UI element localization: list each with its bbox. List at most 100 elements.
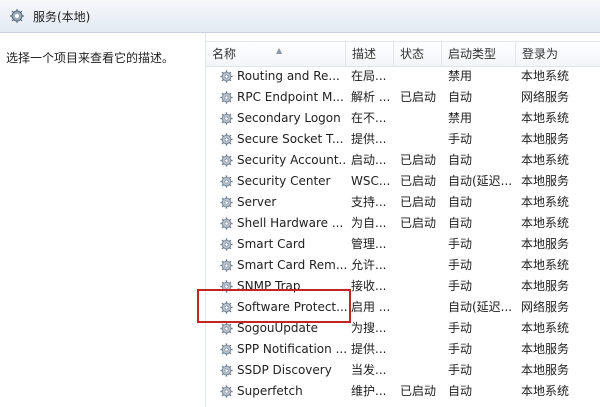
column-logon-as[interactable]: 登录为 xyxy=(516,42,600,66)
service-name: Security Account... xyxy=(237,153,347,167)
service-logon-as: 网络服务 xyxy=(521,300,570,314)
column-name[interactable]: 名称 ▲ xyxy=(206,42,346,66)
service-startup-type: 手动 xyxy=(448,237,473,251)
service-status xyxy=(400,129,442,150)
service-description: 接收... xyxy=(351,279,387,293)
service-rows: Routing and Re... 在局... 禁用 本地系统 RPC Endpoint… xyxy=(206,66,600,402)
column-status[interactable]: 状态 xyxy=(394,42,442,66)
table-row[interactable]: Security Center WSC... 已启动 自动(延迟... 本地服务 xyxy=(206,171,600,192)
service-gear-icon xyxy=(219,153,234,168)
service-gear-icon xyxy=(219,69,234,84)
service-status: 已启动 xyxy=(400,195,437,209)
service-logon-as: 本地服务 xyxy=(521,279,570,293)
column-name-label: 名称 xyxy=(212,47,237,61)
page-title: 服务(本地) xyxy=(33,10,91,24)
service-description: 允许... xyxy=(351,258,387,272)
service-logon-as: 本地系统 xyxy=(521,111,570,125)
service-description: 为搜... xyxy=(351,321,387,335)
service-startup-type: 手动 xyxy=(448,342,473,356)
service-logon-as: 本地系统 xyxy=(521,321,570,335)
service-status xyxy=(400,255,442,276)
table-row[interactable]: SPP Notification ... 提供... 手动 本地服务 xyxy=(206,339,600,360)
service-startup-type: 自动 xyxy=(448,90,473,104)
service-description: WSC... xyxy=(351,174,391,188)
service-gear-icon xyxy=(219,321,234,336)
service-status xyxy=(400,297,442,318)
service-gear-icon xyxy=(219,111,234,126)
service-startup-type: 自动 xyxy=(448,153,473,167)
service-gear-icon xyxy=(219,195,234,210)
table-row[interactable]: Routing and Re... 在局... 禁用 本地系统 xyxy=(206,66,600,87)
service-logon-as: 本地服务 xyxy=(521,363,570,377)
service-startup-type: 手动 xyxy=(448,258,473,272)
table-row[interactable]: Security Account... 启动... 已启动 自动 本地系统 xyxy=(206,150,600,171)
services-icon xyxy=(10,9,24,23)
service-status: 已启动 xyxy=(400,384,437,398)
service-name: Shell Hardware ... xyxy=(237,216,344,230)
service-name: Smart Card xyxy=(237,237,306,251)
service-name: SPP Notification ... xyxy=(237,342,347,356)
service-logon-as: 本地系统 xyxy=(521,216,570,230)
table-row[interactable]: Server 支持... 已启动 自动 本地系统 xyxy=(206,192,600,213)
service-startup-type: 自动 xyxy=(448,195,473,209)
service-description: 支持... xyxy=(351,195,387,209)
service-status xyxy=(400,234,442,255)
service-description: 启用 ... xyxy=(351,300,391,314)
column-description-label: 描述 xyxy=(352,47,377,61)
service-status xyxy=(400,339,442,360)
service-logon-as: 本地系统 xyxy=(521,195,570,209)
table-row[interactable]: SSDP Discovery 当发... 手动 本地服务 xyxy=(206,360,600,381)
sort-ascending-icon: ▲ xyxy=(276,46,283,55)
column-header: 名称 ▲ 描述 状态 启动类型 登录为 xyxy=(206,41,600,67)
service-startup-type: 自动 xyxy=(448,384,473,398)
service-name: RPC Endpoint M... xyxy=(237,90,344,104)
service-startup-type: 手动 xyxy=(448,279,473,293)
service-description: 解析 ... xyxy=(351,90,391,104)
service-status xyxy=(400,318,442,339)
service-gear-icon xyxy=(219,132,234,147)
column-description[interactable]: 描述 xyxy=(346,42,394,66)
service-startup-type: 自动(延迟... xyxy=(448,300,513,314)
service-gear-icon xyxy=(219,216,234,231)
service-name: Secondary Logon xyxy=(237,111,341,125)
service-logon-as: 本地系统 xyxy=(521,384,570,398)
service-gear-icon xyxy=(219,363,234,378)
services-list-pane[interactable]: 名称 ▲ 描述 状态 启动类型 登录为 Routing and Re... 在局.… xyxy=(205,33,600,407)
table-row[interactable]: Shell Hardware ... 为自... 已启动 自动 本地系统 xyxy=(206,213,600,234)
highlight-box xyxy=(197,289,351,323)
column-startup-type-label: 启动类型 xyxy=(448,47,497,61)
service-logon-as: 本地服务 xyxy=(521,174,570,188)
service-name: SSDP Discovery xyxy=(237,363,332,377)
description-hint: 选择一个项目来查看它的描述。 xyxy=(6,51,175,65)
table-row[interactable]: Superfetch 维护... 已启动 自动 本地系统 xyxy=(206,381,600,402)
service-name: Superfetch xyxy=(237,384,303,398)
service-description: 为自... xyxy=(351,216,387,230)
table-row[interactable]: RPC Endpoint M... 解析 ... 已启动 自动 网络服务 xyxy=(206,87,600,108)
service-startup-type: 自动(延迟... xyxy=(448,174,513,188)
service-gear-icon xyxy=(219,90,234,105)
service-description: 在局... xyxy=(351,69,387,83)
service-logon-as: 本地服务 xyxy=(521,237,570,251)
service-startup-type: 手动 xyxy=(448,132,473,146)
table-row[interactable]: Secondary Logon 在不... 禁用 本地系统 xyxy=(206,108,600,129)
description-pane: 选择一个项目来查看它的描述。 xyxy=(0,33,205,407)
service-name: Server xyxy=(237,195,277,209)
service-name: Security Center xyxy=(237,174,331,188)
service-status xyxy=(400,360,442,381)
service-logon-as: 本地系统 xyxy=(521,69,570,83)
service-gear-icon xyxy=(219,237,234,252)
table-row[interactable]: Smart Card 管理... 手动 本地服务 xyxy=(206,234,600,255)
service-startup-type: 手动 xyxy=(448,363,473,377)
service-logon-as: 本地服务 xyxy=(521,132,570,146)
table-row[interactable]: Secure Socket T... 提供... 手动 本地服务 xyxy=(206,129,600,150)
service-status: 已启动 xyxy=(400,153,437,167)
service-status: 已启动 xyxy=(400,90,437,104)
service-gear-icon xyxy=(219,384,234,399)
service-gear-icon xyxy=(219,258,234,273)
column-startup-type[interactable]: 启动类型 xyxy=(442,42,516,66)
service-startup-type: 手动 xyxy=(448,321,473,335)
window-header: 服务(本地) xyxy=(0,0,600,33)
table-row[interactable]: Smart Card Rem... 允许... 手动 本地系统 xyxy=(206,255,600,276)
service-name: Routing and Re... xyxy=(237,69,340,83)
service-status: 已启动 xyxy=(400,174,437,188)
